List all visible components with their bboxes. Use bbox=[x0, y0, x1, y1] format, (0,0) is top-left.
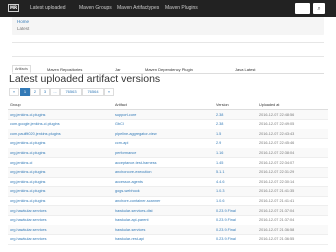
cell-uploaded-at: 2016-12-07 21:41:35 bbox=[259, 189, 295, 194]
row-divider bbox=[8, 138, 328, 140]
cell-version[interactable]: 1.0.3 bbox=[216, 188, 224, 194]
row-divider bbox=[8, 157, 328, 159]
divider bbox=[12, 42, 324, 43]
cell-version[interactable]: 0.23.9.Final bbox=[216, 227, 236, 233]
nav-link-maven-plugins[interactable]: Maven Plugins bbox=[165, 4, 198, 12]
pagination-page-1[interactable]: 1 bbox=[20, 88, 30, 96]
cell-version[interactable]: 1.45 bbox=[216, 160, 223, 166]
cell-group[interactable]: org.jenkins-ci.plugins bbox=[10, 188, 45, 194]
cell-version[interactable]: 0.23.9.Final bbox=[216, 208, 236, 214]
nav-link-maven-groups[interactable]: Maven Groups bbox=[79, 4, 112, 12]
breadcrumb-home-link[interactable]: Home bbox=[17, 19, 29, 25]
pagination-prev-button[interactable]: « bbox=[9, 88, 19, 96]
cell-uploaded-at: 2016-12-07 21:36:58 bbox=[259, 227, 295, 232]
column-header-version: Version bbox=[216, 103, 229, 107]
cell-artifact[interactable]: pipeline-aggregator-view bbox=[115, 131, 157, 137]
row-divider bbox=[8, 176, 328, 178]
cell-artifact[interactable]: accessor-agents bbox=[115, 179, 143, 185]
row-divider bbox=[8, 195, 328, 197]
pagination-ellipsis: ... bbox=[50, 88, 60, 96]
brand-logo[interactable]: MR bbox=[8, 4, 19, 12]
cell-group[interactable]: org.hawkular.services bbox=[10, 208, 47, 214]
search-input[interactable] bbox=[295, 3, 310, 14]
cell-group[interactable]: org.jenkins-ci.plugins bbox=[10, 140, 45, 146]
cell-artifact[interactable]: performance bbox=[115, 150, 136, 156]
nav-link-latest-uploaded[interactable]: Latest uploaded bbox=[30, 4, 66, 12]
cell-artifact[interactable]: hawkular-services bbox=[115, 227, 145, 233]
cell-uploaded-at: 2016-12-07 21:41:41 bbox=[259, 198, 295, 203]
cell-version[interactable]: 1.16 bbox=[216, 150, 223, 156]
column-header-uploaded-at: Uploaded at bbox=[259, 103, 280, 107]
pagination-next-button[interactable]: » bbox=[104, 88, 114, 96]
page-title: Latest uploaded artifact versions bbox=[9, 73, 161, 85]
cell-version[interactable]: 1.5 bbox=[216, 131, 221, 137]
cell-group[interactable]: org.hawkular.services bbox=[10, 236, 47, 242]
cell-version[interactable]: 4.4.6 bbox=[216, 179, 224, 185]
breadcrumb-current: Latest bbox=[17, 26, 30, 31]
cell-uploaded-at: 2016-12-07 22:31:29 bbox=[259, 170, 295, 175]
row-divider bbox=[8, 215, 328, 216]
divider bbox=[12, 56, 324, 57]
cell-uploaded-at: 2016-12-07 22:45:46 bbox=[259, 141, 295, 146]
cell-artifact[interactable]: anchorcore-execution bbox=[115, 169, 152, 175]
cell-uploaded-at: 2016-12-07 21:37:04 bbox=[259, 218, 295, 223]
cell-version[interactable]: 1.0.6 bbox=[216, 198, 224, 204]
cell-group[interactable]: org.jenkins-ci.plugins bbox=[10, 169, 45, 175]
cell-uploaded-at: 2016-12-07 21:37:04 bbox=[259, 208, 295, 213]
column-header-artifact: Artifact bbox=[115, 103, 127, 107]
cell-artifact[interactable]: support-core bbox=[115, 112, 136, 118]
cell-artifact[interactable]: GbCI bbox=[115, 121, 124, 127]
cell-group[interactable]: org.jenkins-ci.plugins bbox=[10, 198, 45, 204]
cell-uploaded-at: 2016-12-07 22:38:04 bbox=[259, 150, 295, 155]
cell-version[interactable]: 0.23.9.Final bbox=[216, 236, 236, 242]
cell-artifact[interactable]: acceptance-test-harness bbox=[115, 160, 157, 166]
cell-version[interactable]: 5.1.1 bbox=[216, 169, 224, 175]
cell-group[interactable]: org.jenkins-ci.plugins bbox=[10, 150, 45, 156]
cell-group[interactable]: com.google.jenkins-ci.plugins bbox=[10, 121, 60, 127]
pagination-page-76563[interactable]: 76563 bbox=[60, 88, 82, 96]
pagination-page-76564[interactable]: 76564 bbox=[82, 88, 104, 96]
pagination-page-2[interactable]: 2 bbox=[30, 88, 40, 96]
breadcrumb bbox=[12, 17, 324, 35]
cell-version[interactable]: 2.38 bbox=[216, 112, 223, 118]
cell-uploaded-at: 2016-12-07 22:30:14 bbox=[259, 179, 295, 184]
cell-group[interactable]: org.jenkins-ci.plugins bbox=[10, 112, 45, 118]
cell-version[interactable]: 2.38 bbox=[216, 121, 223, 127]
cell-uploaded-at: 2016-12-07 22:49:05 bbox=[259, 122, 295, 127]
cell-group[interactable]: com.paulfit020.jenkins.plugins bbox=[10, 131, 61, 137]
cell-group[interactable]: org.jenkins-ci bbox=[10, 160, 32, 166]
cell-group[interactable]: org.jenkins-ci.plugins bbox=[10, 179, 45, 185]
cell-version[interactable]: 2.9 bbox=[216, 140, 221, 146]
row-divider bbox=[8, 243, 328, 245]
cell-group[interactable]: org.hawkular.services bbox=[10, 217, 47, 223]
cell-uploaded-at: 2016-12-07 22:34:07 bbox=[259, 160, 295, 165]
cell-artifact[interactable]: hawkular-services-dist bbox=[115, 208, 153, 214]
tab-artifacts[interactable]: Artifacts bbox=[12, 65, 31, 73]
nav-link-maven-artifactypes[interactable]: Maven Artifactypes bbox=[117, 4, 159, 12]
cell-artifact[interactable]: hawkular-rest-api bbox=[115, 236, 144, 242]
column-header-group: Group bbox=[10, 103, 21, 107]
cell-group[interactable]: org.hawkular.services bbox=[10, 227, 47, 233]
row-divider bbox=[8, 234, 328, 236]
cell-uploaded-at: 2016-12-07 22:48:56 bbox=[259, 112, 295, 117]
cell-version[interactable]: 0.23.9.Final bbox=[216, 217, 236, 223]
cell-uploaded-at: 2016-12-07 22:43:43 bbox=[259, 131, 295, 136]
cell-artifact[interactable]: anchore-container-scanner bbox=[115, 198, 160, 204]
cell-artifact[interactable]: ccm-api bbox=[115, 140, 128, 146]
pagination-page-3[interactable]: 3 bbox=[40, 88, 50, 96]
search-icon[interactable]: ⌕ bbox=[313, 3, 325, 14]
cell-artifact[interactable]: gogs-webhook bbox=[115, 188, 140, 194]
cell-uploaded-at: 2016-12-07 21:36:55 bbox=[259, 237, 295, 242]
row-divider bbox=[8, 119, 328, 120]
tab-java-latest[interactable]: Java Latest bbox=[235, 66, 255, 74]
cell-artifact[interactable]: hawkular-api-parent bbox=[115, 217, 149, 223]
